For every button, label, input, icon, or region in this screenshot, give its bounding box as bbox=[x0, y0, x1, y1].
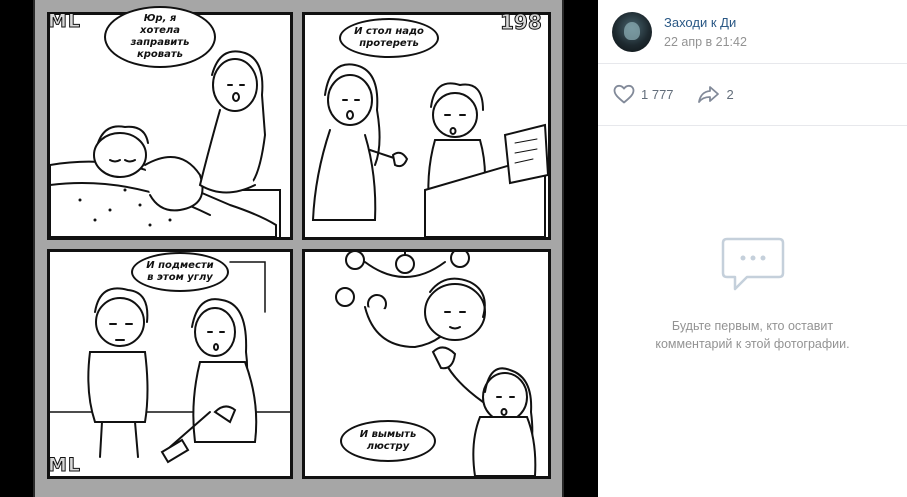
comment-bubble-icon bbox=[721, 237, 784, 291]
speech-bubble-2: И стол надо протереть bbox=[339, 18, 439, 58]
like-button[interactable]: 1 777 bbox=[612, 82, 674, 106]
share-count: 2 bbox=[726, 86, 734, 102]
divider bbox=[598, 63, 907, 64]
post-sidebar: Заходи к Ди 22 апр в 21:42 1 777 2 Будьт… bbox=[598, 0, 907, 497]
post-date[interactable]: 22 апр в 21:42 bbox=[664, 35, 747, 49]
comic-page-number: 198 bbox=[500, 10, 543, 35]
share-arrow-icon bbox=[697, 86, 719, 103]
like-count: 1 777 bbox=[641, 86, 674, 102]
speech-bubble-3: И подмести в этом углу bbox=[131, 252, 229, 292]
speech-bubble-1: Юр, я хотела заправить кровать bbox=[104, 6, 216, 68]
avatar[interactable] bbox=[612, 12, 652, 52]
comments-empty-text: Будьте первым, кто оставит комментарий к… bbox=[655, 319, 850, 351]
speech-bubble-4: И вымыть люстру bbox=[340, 420, 436, 462]
author-meta: Заходи к Ди 22 апр в 21:42 bbox=[664, 12, 747, 49]
share-button[interactable]: 2 bbox=[696, 82, 734, 106]
heart-icon bbox=[613, 84, 635, 104]
post-actions: 1 777 2 bbox=[612, 82, 756, 106]
divider bbox=[598, 125, 907, 126]
author-name-link[interactable]: Заходи к Ди bbox=[664, 15, 747, 30]
post-author: Заходи к Ди 22 апр в 21:42 bbox=[612, 12, 747, 52]
comic-tag-ml: ML bbox=[47, 10, 82, 33]
comments-empty-state: Будьте первым, кто оставит комментарий к… bbox=[598, 235, 907, 353]
comic-tag-ml-bottom: ML bbox=[47, 454, 82, 477]
photo-viewer[interactable]: Юр, я хотела заправить кровать И стол на… bbox=[0, 0, 598, 497]
